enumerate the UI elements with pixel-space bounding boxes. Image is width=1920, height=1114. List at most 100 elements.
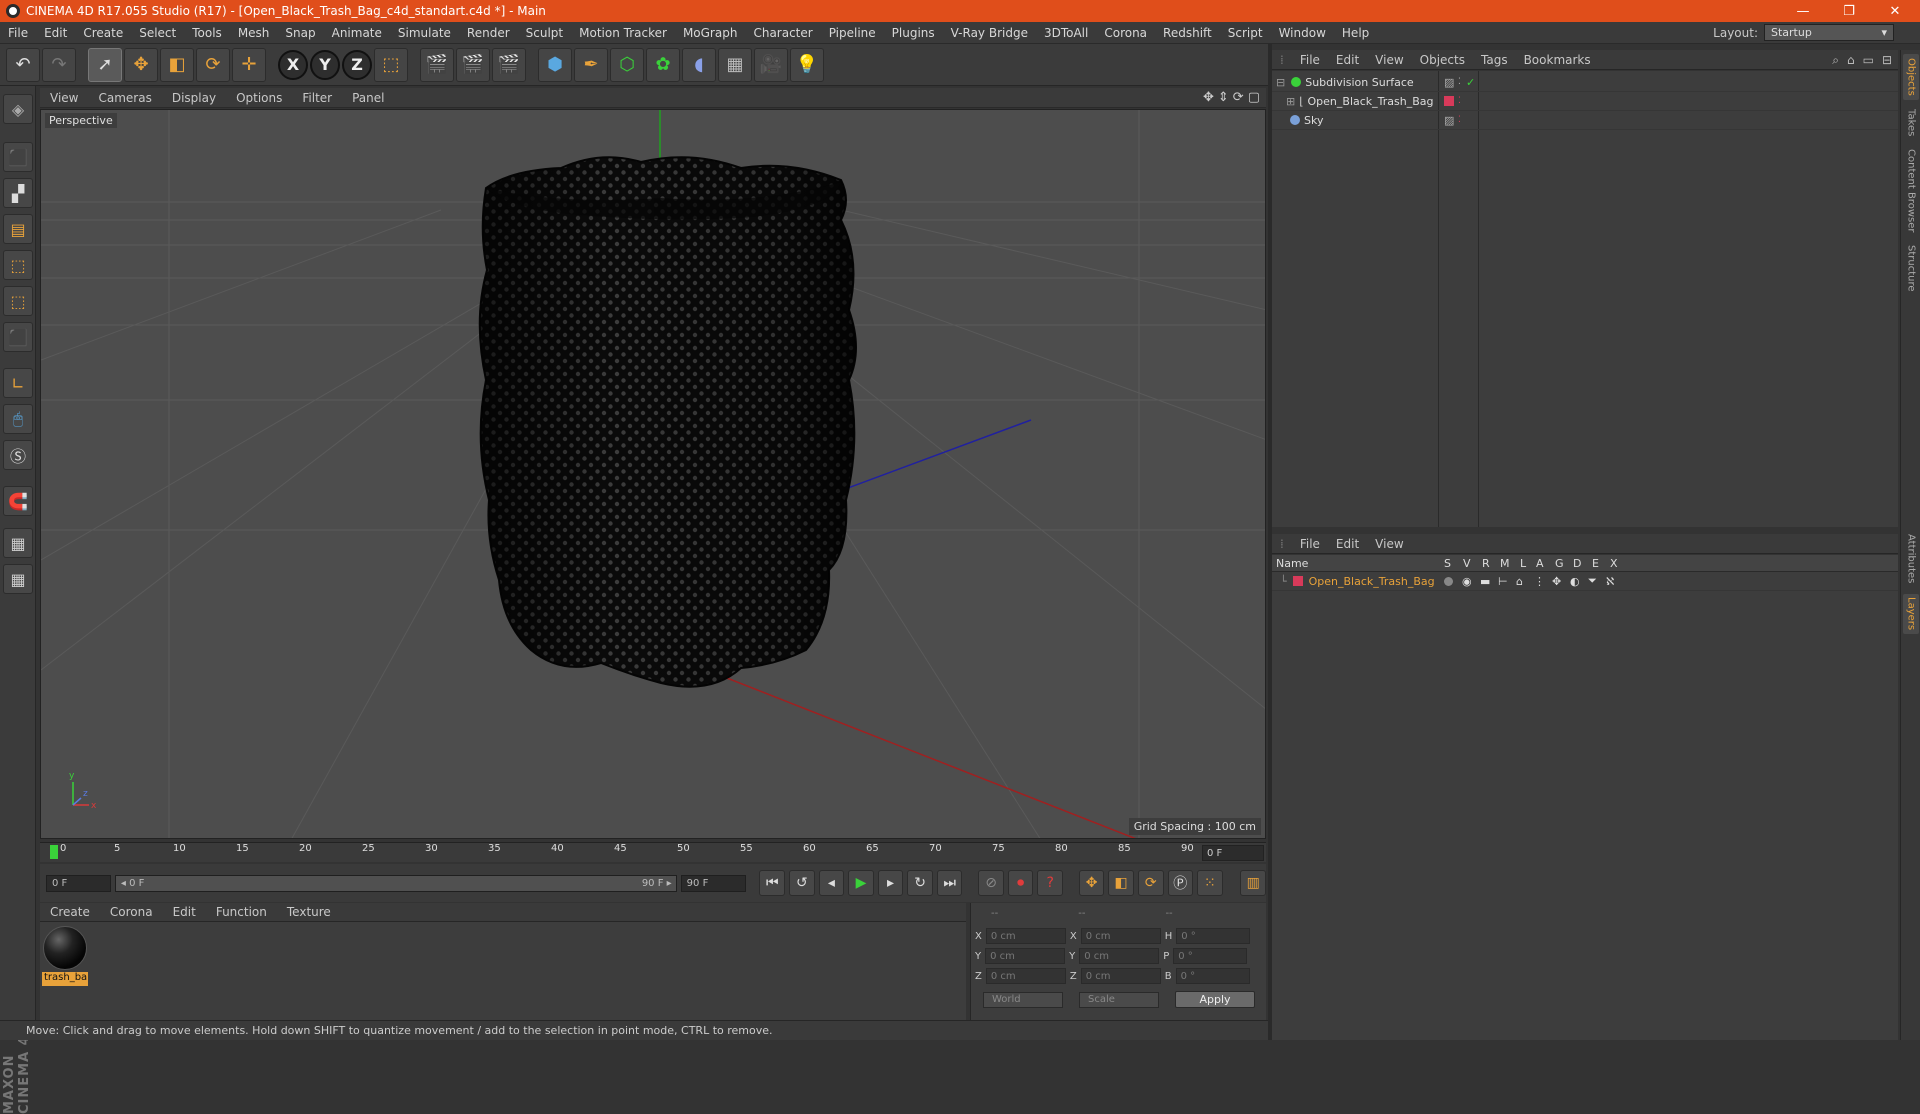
- viewport-menu-panel[interactable]: Panel: [342, 91, 394, 105]
- layer-tag-icon[interactable]: ▨: [1444, 114, 1454, 127]
- next-frame-button[interactable]: ▸: [877, 870, 904, 896]
- viewport-menu-display[interactable]: Display: [162, 91, 226, 105]
- z-axis-lock-button[interactable]: Z: [342, 49, 372, 80]
- lock-workplane-button[interactable]: ▦: [3, 528, 33, 558]
- deformer-button[interactable]: ◖: [682, 47, 716, 82]
- expression-icon[interactable]: ⏷: [1588, 574, 1597, 588]
- key-position-button[interactable]: ✥: [1078, 870, 1105, 896]
- undo-button[interactable]: ↶: [6, 47, 40, 82]
- next-key-button[interactable]: ↻: [907, 870, 933, 896]
- tab-attributes[interactable]: Attributes: [1903, 530, 1919, 588]
- floor-object-button[interactable]: ▦: [718, 47, 752, 82]
- material-name-label[interactable]: trash_ba: [42, 972, 88, 986]
- material-preview-ball[interactable]: [43, 926, 87, 970]
- layer-col-solo[interactable]: S: [1444, 557, 1451, 570]
- key-parameter-button[interactable]: Ⓟ: [1167, 870, 1194, 896]
- solo-button[interactable]: Ⓢ: [3, 440, 33, 470]
- key-scale-button[interactable]: ◧: [1108, 870, 1134, 896]
- layer-col-expressions[interactable]: E: [1592, 557, 1599, 570]
- layer-col-manager[interactable]: M: [1500, 557, 1510, 570]
- timeline-window-button[interactable]: ▥: [1240, 870, 1267, 896]
- subdivision-surface-button[interactable]: ⬡: [610, 47, 644, 82]
- manager-icon[interactable]: ⊢: [1498, 575, 1508, 588]
- record-active-button[interactable]: ⊘: [978, 870, 1004, 896]
- start-frame-field[interactable]: 0 F: [46, 874, 111, 892]
- toggle-views-icon[interactable]: ▢: [1248, 90, 1260, 105]
- layer-tag-icon[interactable]: ▨: [1444, 76, 1454, 89]
- layer-col-xref[interactable]: X: [1610, 557, 1618, 570]
- playhead-marker[interactable]: [50, 845, 58, 859]
- menu-tools[interactable]: Tools: [184, 26, 230, 40]
- menu-plugins[interactable]: Plugins: [884, 26, 943, 40]
- animation-icon[interactable]: ⋮: [1534, 575, 1545, 588]
- menu-create[interactable]: Create: [75, 26, 131, 40]
- coordinate-mode-dropdown[interactable]: Scale: [1079, 991, 1159, 1008]
- autokeying-button[interactable]: ⏺: [1007, 870, 1034, 896]
- live-selection-button[interactable]: ➚: [88, 47, 122, 82]
- minimize-button[interactable]: —: [1780, 0, 1826, 22]
- layer-color-swatch[interactable]: [1292, 576, 1303, 586]
- expand-tree-icon[interactable]: ⊞: [1286, 95, 1295, 108]
- rotation-h-field[interactable]: 0 °: [1176, 928, 1251, 944]
- pan-icon[interactable]: ✥: [1203, 90, 1214, 105]
- generator-icon[interactable]: ✥: [1552, 575, 1561, 588]
- layout-dropdown[interactable]: Startup ▾: [1764, 24, 1894, 41]
- rotation-p-field[interactable]: 0 °: [1173, 948, 1248, 964]
- eye-icon[interactable]: ◉: [1462, 575, 1472, 588]
- menu-script[interactable]: Script: [1220, 26, 1271, 40]
- previous-frame-button[interactable]: ◂: [818, 870, 845, 896]
- lock-icon[interactable]: ⌂: [1516, 575, 1523, 588]
- menu-edit[interactable]: Edit: [36, 26, 75, 40]
- rotate-tool-button[interactable]: ⟳: [196, 47, 230, 82]
- redo-button[interactable]: ↷: [42, 47, 76, 82]
- tab-content-browser[interactable]: Content Browser: [1903, 146, 1919, 236]
- layer-col-locked[interactable]: L: [1520, 557, 1526, 570]
- material-menu-corona[interactable]: Corona: [100, 905, 163, 919]
- menu-mograph[interactable]: MoGraph: [675, 26, 746, 40]
- viewport-camera-label[interactable]: Perspective: [45, 113, 117, 128]
- snap-button[interactable]: 🧲: [3, 486, 33, 516]
- layer-col-render[interactable]: R: [1482, 557, 1490, 570]
- object-row[interactable]: Sky ▨ ⁚: [1272, 111, 1898, 130]
- close-button[interactable]: ✕: [1872, 0, 1918, 22]
- render-view-button[interactable]: 🎬: [420, 47, 454, 82]
- object-name[interactable]: Sky: [1304, 114, 1323, 127]
- menu-animate[interactable]: Animate: [324, 26, 390, 40]
- scale-tool-button[interactable]: ◧: [160, 47, 194, 82]
- render-settings-button[interactable]: 🎬: [492, 47, 526, 82]
- size-y-field[interactable]: 0 cm: [1079, 948, 1160, 964]
- cube-object-button[interactable]: ⬢: [538, 47, 572, 82]
- viewport-menu-options[interactable]: Options: [226, 91, 292, 105]
- menu-sculpt[interactable]: Sculpt: [518, 26, 571, 40]
- object-name[interactable]: Open_Black_Trash_Bag: [1308, 95, 1434, 108]
- object-menu-file[interactable]: File: [1292, 53, 1328, 67]
- new-window-icon[interactable]: ▭: [1863, 53, 1874, 68]
- visibility-dots-icon[interactable]: ⁚: [1458, 77, 1461, 87]
- menu-pipeline[interactable]: Pipeline: [821, 26, 884, 40]
- render-clapper-icon[interactable]: ▬: [1480, 575, 1490, 588]
- menu-corona[interactable]: Corona: [1096, 26, 1155, 40]
- deformer-icon[interactable]: ◐: [1570, 575, 1580, 588]
- polygons-mode-button[interactable]: ⬛: [3, 322, 33, 352]
- layer-col-generators[interactable]: G: [1555, 557, 1564, 570]
- size-z-field[interactable]: 0 cm: [1080, 968, 1161, 984]
- go-to-start-button[interactable]: ⏮: [759, 870, 786, 896]
- coordinate-system-button[interactable]: ⬚: [374, 47, 408, 82]
- light-object-button[interactable]: 💡: [790, 47, 824, 82]
- tweak-mode-button[interactable]: 🖱: [3, 404, 33, 434]
- coordinate-space-dropdown[interactable]: World: [983, 991, 1063, 1008]
- go-to-end-button[interactable]: ⏭: [936, 870, 963, 896]
- object-row[interactable]: ⊞ ⌊ Open_Black_Trash_Bag ⁚: [1272, 92, 1898, 111]
- workplane-mode-button[interactable]: ▤: [3, 214, 33, 244]
- edges-mode-button[interactable]: ⬚: [3, 286, 33, 316]
- menu-vray-bridge[interactable]: V-Ray Bridge: [943, 26, 1036, 40]
- layer-col-name[interactable]: Name: [1276, 557, 1308, 570]
- layer-color-swatch[interactable]: [1444, 96, 1454, 106]
- object-menu-edit[interactable]: Edit: [1328, 53, 1367, 67]
- tab-structure[interactable]: Structure: [1903, 242, 1919, 294]
- enable-axis-button[interactable]: ∟: [3, 368, 33, 398]
- restore-button[interactable]: ❐: [1826, 0, 1872, 22]
- home-icon[interactable]: ⌂: [1847, 53, 1855, 68]
- points-mode-button[interactable]: ⬚: [3, 250, 33, 280]
- layer-col-visible[interactable]: V: [1463, 557, 1471, 570]
